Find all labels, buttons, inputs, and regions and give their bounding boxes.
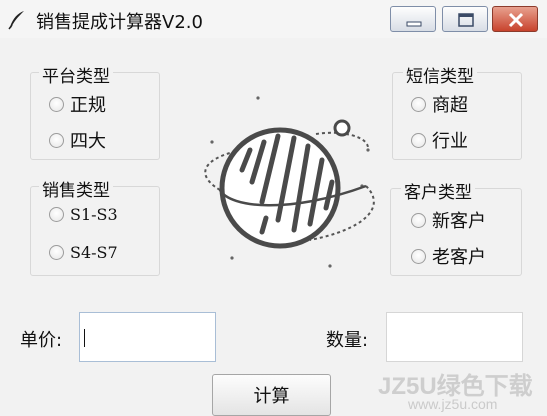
minimize-button[interactable] — [390, 6, 436, 32]
sms-type-group: 短信类型 商超 行业 — [392, 62, 522, 160]
radio-platform-sida[interactable]: 四大 — [49, 127, 106, 153]
radio-circle[interactable] — [411, 132, 426, 148]
planet-icon — [204, 96, 375, 268]
maximize-button[interactable] — [442, 6, 488, 32]
sales-type-legend: 销售类型 — [39, 176, 113, 201]
calculate-button[interactable]: 计算 — [212, 374, 331, 416]
app-window: 销售提成计算器V2.0 平台类型 正规 四大 销售类型 S1-S3 S4-S7 … — [0, 0, 547, 416]
quantity-label: 数量: — [326, 330, 369, 351]
radio-label: S1-S3 — [70, 205, 118, 224]
radio-sms-hangye[interactable]: 行业 — [411, 127, 468, 153]
radio-label: 商超 — [432, 95, 468, 116]
radio-circle[interactable] — [49, 96, 64, 112]
title-bar[interactable]: 销售提成计算器V2.0 — [0, 0, 547, 38]
window-title: 销售提成计算器V2.0 — [36, 12, 203, 33]
radio-circle[interactable] — [411, 212, 426, 228]
radio-circle[interactable] — [49, 245, 64, 260]
radio-circle[interactable] — [49, 132, 64, 148]
radio-customer-new[interactable]: 新客户 — [411, 207, 486, 233]
radio-label: S4-S7 — [70, 243, 118, 262]
radio-circle[interactable] — [411, 96, 426, 112]
watermark: JZ5U绿色下载 www.jz5u.com — [378, 366, 544, 414]
radio-sales-s4-s7[interactable]: S4-S7 — [49, 243, 118, 262]
platform-type-group: 平台类型 正规 四大 — [30, 62, 160, 160]
close-button[interactable] — [492, 6, 538, 32]
sales-type-group: 销售类型 S1-S3 S4-S7 — [30, 176, 160, 276]
radio-label: 四大 — [70, 131, 106, 152]
customer-type-legend: 客户类型 — [401, 178, 475, 203]
unit-price-label: 单价: — [20, 330, 63, 351]
radio-label: 正规 — [70, 95, 106, 116]
radio-circle[interactable] — [49, 207, 64, 222]
close-icon — [508, 12, 524, 28]
sms-type-legend: 短信类型 — [403, 62, 477, 87]
radio-label: 老客户 — [432, 247, 486, 268]
customer-type-group: 客户类型 新客户 老客户 — [390, 178, 522, 276]
quantity-input[interactable] — [386, 312, 523, 362]
radio-platform-zhenggui[interactable]: 正规 — [49, 91, 106, 117]
feather-pen-icon — [8, 11, 24, 30]
text-caret — [84, 329, 85, 347]
radio-sms-shangchao[interactable]: 商超 — [411, 91, 468, 117]
radio-sales-s1-s3[interactable]: S1-S3 — [49, 205, 118, 224]
minimize-icon — [406, 21, 422, 27]
watermark-url: www.jz5u.com — [408, 396, 498, 412]
radio-customer-old[interactable]: 老客户 — [411, 243, 486, 269]
platform-type-legend: 平台类型 — [39, 62, 113, 87]
radio-circle[interactable] — [411, 248, 426, 264]
unit-price-input[interactable] — [79, 312, 216, 362]
radio-label: 行业 — [432, 131, 468, 152]
radio-label: 新客户 — [432, 211, 486, 232]
maximize-icon — [458, 13, 474, 27]
